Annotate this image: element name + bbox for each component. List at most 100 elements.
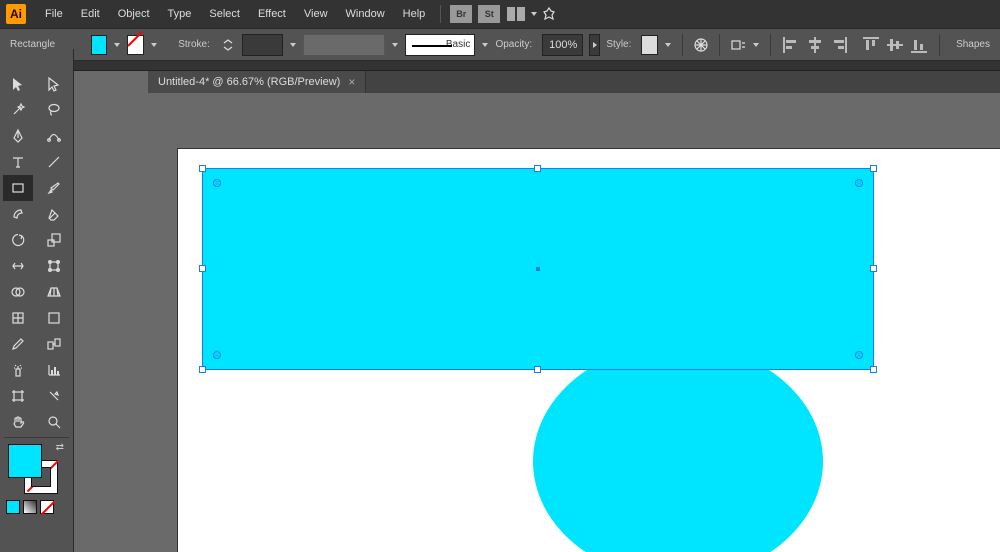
align-vcenter-button[interactable] [885, 35, 905, 55]
document-tab-bar: Untitled-4* @ 66.67% (RGB/Preview) × [148, 71, 1000, 93]
slice-tool[interactable] [39, 383, 69, 409]
menu-file[interactable]: File [36, 0, 72, 28]
paintbrush-tool[interactable] [39, 175, 69, 201]
stroke-label: Stroke: [178, 39, 210, 50]
tools-panel: ⇄ [0, 49, 74, 552]
eraser-tool[interactable] [39, 201, 69, 227]
artboard[interactable] [178, 149, 1000, 552]
bridge-button[interactable]: Br [450, 5, 472, 23]
selection-tool[interactable] [3, 71, 33, 97]
align-vertical-group [861, 35, 929, 55]
document-tab-title: Untitled-4* @ 66.67% (RGB/Preview) [158, 76, 340, 88]
control-separator-3 [770, 34, 771, 56]
draw-mode-chips [6, 500, 73, 514]
app-logo: Ai [6, 4, 26, 24]
gradient-tool[interactable] [39, 305, 69, 331]
gpu-preview-icon[interactable] [539, 4, 559, 24]
lasso-tool[interactable] [39, 97, 69, 123]
menu-bar: Ai File Edit Object Type Select Effect V… [0, 0, 1000, 28]
stroke-profile-dropdown[interactable] [242, 34, 283, 56]
hand-tool[interactable] [3, 409, 33, 435]
fill-swatch-large[interactable] [8, 444, 42, 478]
fill-color-swatch[interactable] [91, 35, 108, 55]
shape-builder-tool[interactable] [3, 279, 33, 305]
menu-window[interactable]: Window [337, 0, 394, 28]
rotate-tool[interactable] [3, 227, 33, 253]
style-label: Style: [606, 39, 631, 50]
menu-select[interactable]: Select [200, 0, 249, 28]
opacity-label: Opacity: [495, 39, 532, 50]
magic-wand-tool[interactable] [3, 97, 33, 123]
align-hcenter-button[interactable] [805, 35, 825, 55]
fill-stroke-control[interactable]: ⇄ [8, 444, 58, 494]
rectangle-tool[interactable] [3, 175, 33, 201]
menu-effect[interactable]: Effect [249, 0, 295, 28]
control-bar: Rectangle Stroke: Basic Opacity: 100% St… [0, 28, 1000, 61]
opacity-dropdown-arrow[interactable] [589, 34, 601, 56]
pen-tool[interactable] [3, 123, 33, 149]
align-top-button[interactable] [861, 35, 881, 55]
arrange-dropdown-icon[interactable] [529, 9, 539, 19]
width-tool[interactable] [3, 253, 33, 279]
menu-edit[interactable]: Edit [72, 0, 109, 28]
menu-type[interactable]: Type [159, 0, 201, 28]
direct-selection-tool[interactable] [39, 71, 69, 97]
graphic-style-swatch[interactable] [641, 35, 658, 55]
stroke-profile-dropdown-arrow[interactable] [289, 40, 297, 50]
canvas-area[interactable]: Untitled-4* @ 66.67% (RGB/Preview) × [74, 71, 1000, 552]
gradient-mode-chip[interactable] [23, 500, 37, 514]
panel-collapse-strip: ◂◂ [0, 61, 1000, 71]
brush-definition-dropdown[interactable]: Basic [405, 34, 475, 56]
variable-width-dropdown-arrow[interactable] [391, 40, 399, 50]
shaper-tool[interactable] [3, 201, 33, 227]
variable-width-profile[interactable] [303, 34, 385, 56]
tab-close-button[interactable]: × [348, 75, 355, 89]
rectangle-shape[interactable] [203, 169, 873, 369]
toolbox-divider [4, 437, 69, 438]
arrange-documents-button[interactable] [506, 4, 526, 24]
opacity-input[interactable]: 100% [542, 34, 583, 56]
shapes-label[interactable]: Shapes [956, 39, 990, 50]
mesh-tool[interactable] [3, 305, 33, 331]
stock-button[interactable]: St [478, 5, 500, 23]
align-to-button[interactable] [730, 35, 746, 55]
document-tab[interactable]: Untitled-4* @ 66.67% (RGB/Preview) × [148, 71, 366, 93]
column-graph-tool[interactable] [39, 357, 69, 383]
style-dropdown-arrow[interactable] [664, 40, 672, 50]
brush-label: Basic [446, 39, 470, 50]
stroke-weight-stepper[interactable] [220, 35, 236, 55]
ellipse-shape[interactable] [533, 344, 823, 552]
align-left-button[interactable] [781, 35, 801, 55]
menu-view[interactable]: View [295, 0, 337, 28]
menu-divider [440, 5, 441, 23]
free-transform-tool[interactable] [39, 253, 69, 279]
menu-object[interactable]: Object [109, 0, 159, 28]
menu-help[interactable]: Help [394, 0, 435, 28]
align-horizontal-group [781, 35, 849, 55]
swap-fill-stroke-icon[interactable]: ⇄ [56, 442, 64, 453]
perspective-grid-tool[interactable] [39, 279, 69, 305]
stroke-color-swatch[interactable] [127, 35, 144, 55]
align-bottom-button[interactable] [909, 35, 929, 55]
opacity-value: 100% [549, 39, 577, 51]
eyedropper-tool[interactable] [3, 331, 33, 357]
control-separator-2 [719, 34, 720, 56]
scale-tool[interactable] [39, 227, 69, 253]
artboard-tool[interactable] [3, 383, 33, 409]
blend-tool[interactable] [39, 331, 69, 357]
type-tool[interactable] [3, 149, 33, 175]
control-separator [682, 34, 683, 56]
control-separator-4 [939, 34, 940, 56]
none-mode-chip[interactable] [40, 500, 54, 514]
line-tool[interactable] [39, 149, 69, 175]
fill-dropdown-icon[interactable] [113, 40, 121, 50]
recolor-artwork-button[interactable] [693, 35, 709, 55]
color-mode-chip[interactable] [6, 500, 20, 514]
align-to-dropdown-arrow[interactable] [752, 40, 760, 50]
align-right-button[interactable] [829, 35, 849, 55]
symbol-sprayer-tool[interactable] [3, 357, 33, 383]
stroke-dropdown-icon[interactable] [150, 40, 158, 50]
brush-dropdown-arrow[interactable] [481, 40, 489, 50]
zoom-tool[interactable] [39, 409, 69, 435]
curvature-tool[interactable] [39, 123, 69, 149]
